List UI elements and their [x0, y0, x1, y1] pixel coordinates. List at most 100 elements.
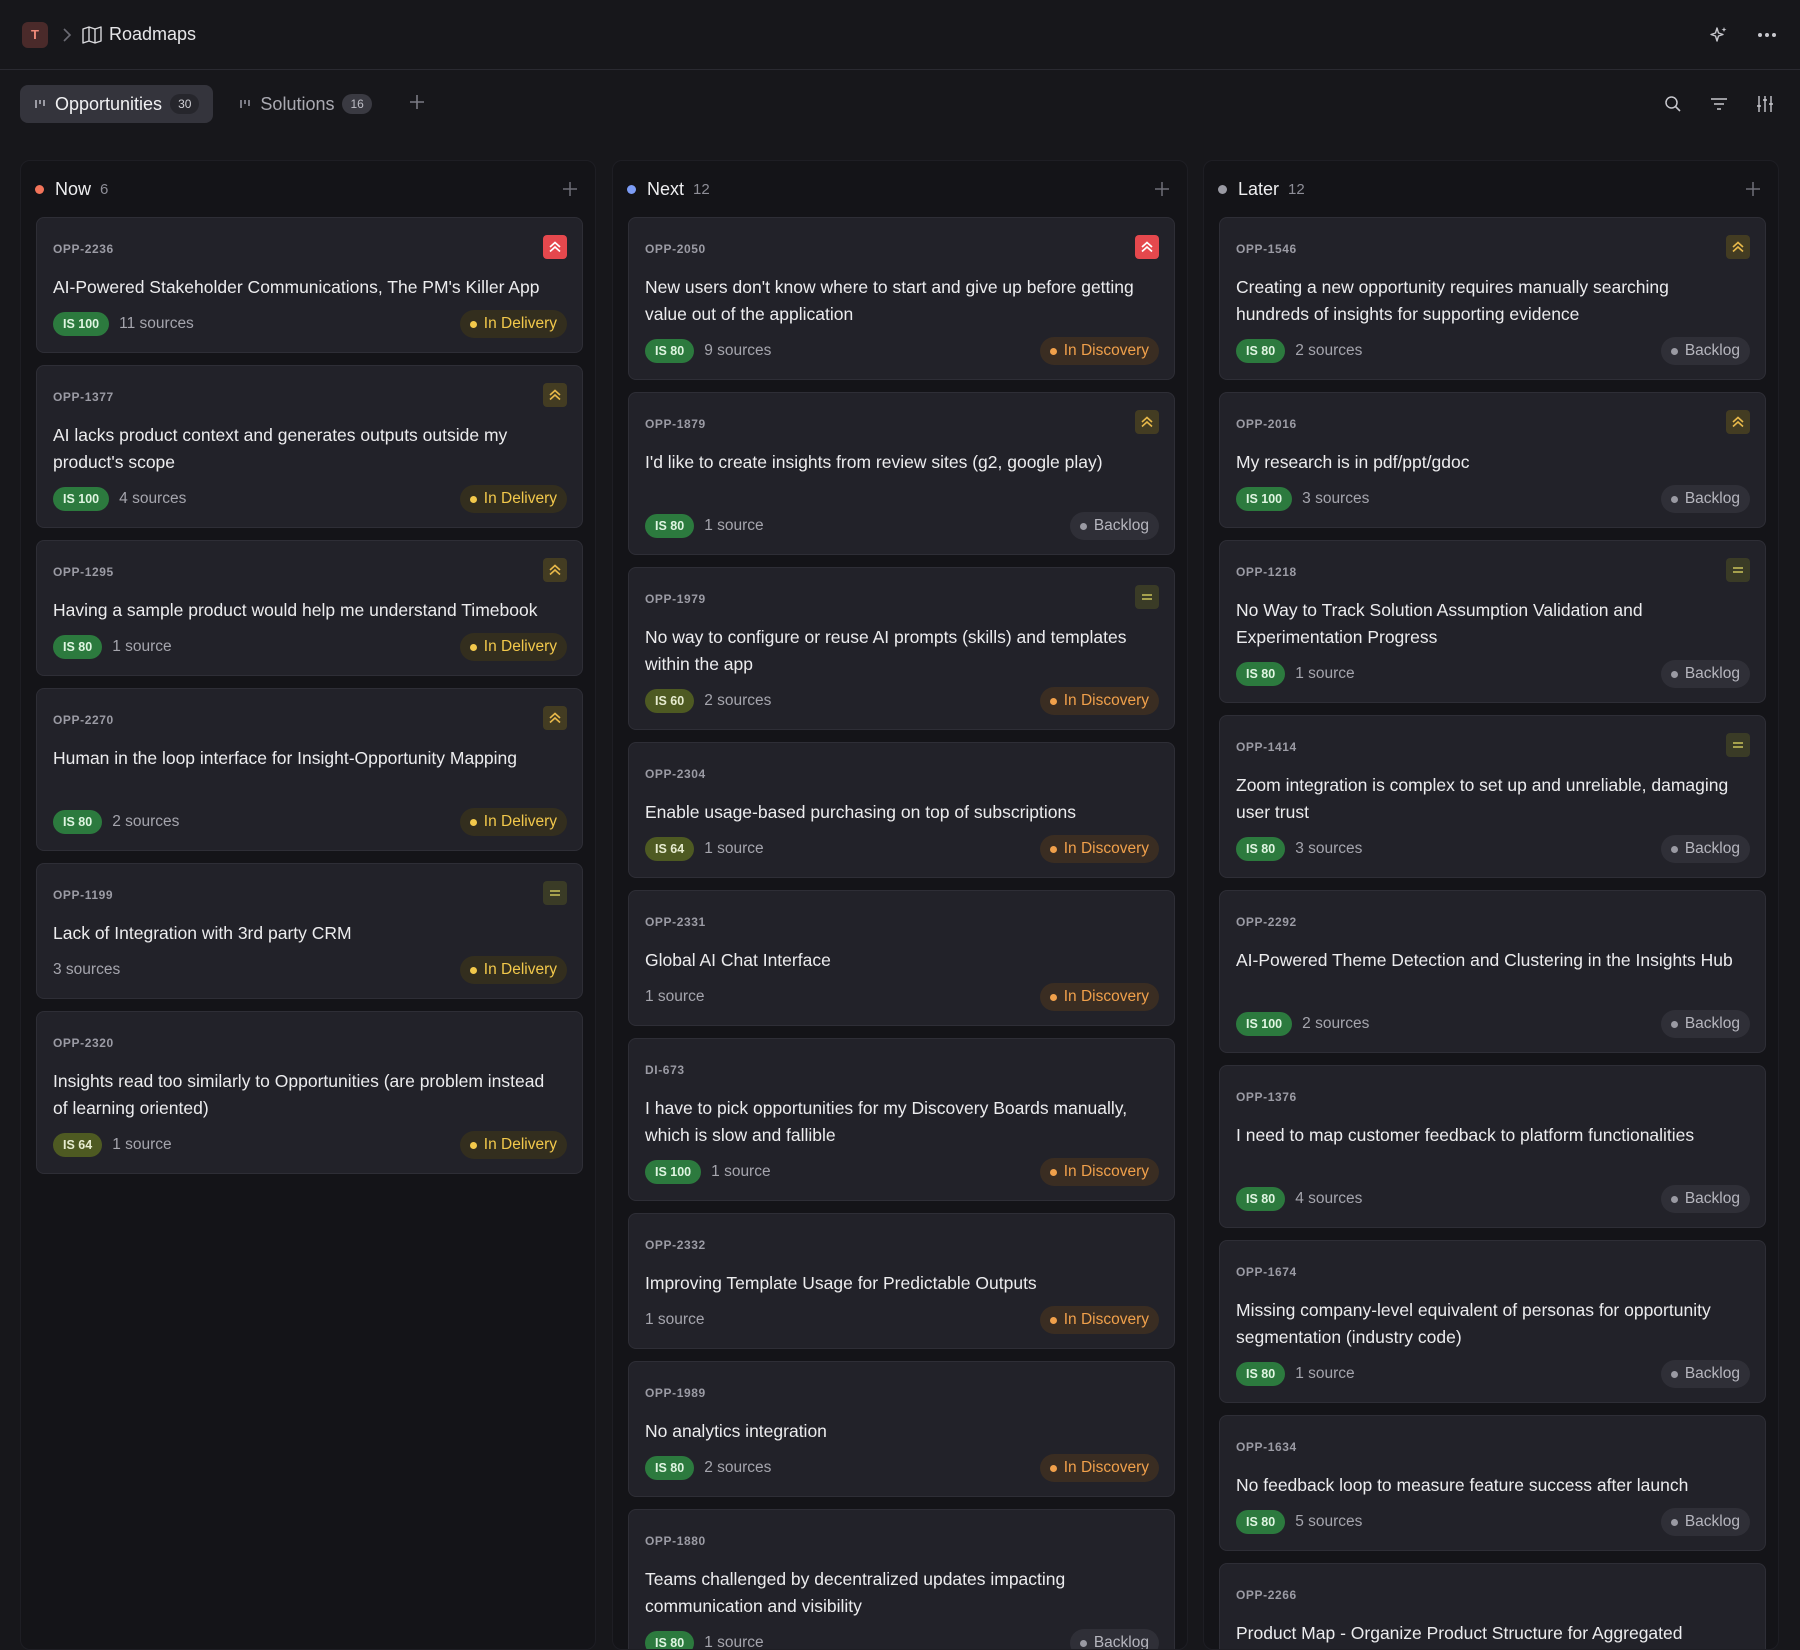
card-id: OPP-2266: [1236, 1588, 1297, 1602]
status-badge[interactable]: Backlog: [1660, 660, 1750, 688]
workspace-avatar[interactable]: T: [22, 21, 48, 48]
status-badge[interactable]: In Discovery: [1039, 1158, 1159, 1186]
sources-count: 2 sources: [112, 813, 180, 830]
status-badge[interactable]: Backlog: [1069, 1629, 1159, 1650]
status-badge[interactable]: In Discovery: [1039, 1306, 1159, 1334]
card-title: New users don't know where to start and …: [645, 277, 1134, 324]
opportunity-card[interactable]: OPP-2236 AI-Powered Stakeholder Communica…: [36, 217, 583, 353]
medium-priority-icon[interactable]: [1726, 733, 1750, 757]
status-label: Backlog: [1093, 1634, 1149, 1650]
status-badge[interactable]: In Delivery: [459, 956, 567, 984]
status-dot: [469, 966, 477, 974]
status-badge[interactable]: In Discovery: [1039, 983, 1159, 1011]
card-id: OPP-2050: [645, 242, 706, 256]
opportunity-card[interactable]: OPP-1879 I'd like to create insights from…: [628, 392, 1175, 555]
opportunity-card[interactable]: OPP-2331 Global AI Chat Interface 1 source…: [628, 890, 1175, 1026]
opportunity-card[interactable]: OPP-2304 Enable usage-based purchasing on…: [628, 742, 1175, 878]
status-badge[interactable]: In Discovery: [1039, 687, 1159, 715]
status-label: Backlog: [1684, 1190, 1740, 1207]
opportunity-card[interactable]: OPP-2050 New users don't know where to st…: [628, 217, 1175, 380]
opportunity-card[interactable]: OPP-1377 AI lacks product context and gen…: [36, 365, 583, 528]
sources-count: 1 source: [1295, 665, 1355, 682]
card-footer: IS 80 2 sources In Discovery: [645, 1454, 1159, 1482]
add-view-icon[interactable]: [408, 92, 426, 116]
opportunity-card[interactable]: OPP-2332 Improving Template Usage for Pre…: [628, 1213, 1175, 1349]
status-label: In Delivery: [483, 1136, 557, 1153]
impact-score-badge: IS 100: [1236, 487, 1293, 511]
card-id: OPP-1414: [1236, 740, 1297, 754]
status-badge[interactable]: In Delivery: [459, 808, 567, 836]
status-badge[interactable]: Backlog: [1069, 512, 1159, 540]
status-badge[interactable]: Backlog: [1660, 1010, 1750, 1038]
medium-priority-icon[interactable]: [1135, 585, 1159, 609]
add-card-icon[interactable]: [1744, 180, 1762, 198]
sparkle-icon[interactable]: [1708, 24, 1730, 46]
opportunity-card[interactable]: OPP-2292 AI-Powered Theme Detection and C…: [1219, 890, 1766, 1053]
sources-count: 3 sources: [1295, 840, 1363, 857]
opportunity-card[interactable]: OPP-1199 Lack of Integration with 3rd par…: [36, 863, 583, 999]
status-badge[interactable]: In Delivery: [459, 485, 567, 513]
more-options-icon[interactable]: [1756, 24, 1778, 46]
status-badge[interactable]: Backlog: [1660, 1185, 1750, 1213]
column-title: Now: [55, 178, 92, 199]
status-badge[interactable]: In Discovery: [1039, 835, 1159, 863]
high-priority-icon[interactable]: [543, 706, 567, 730]
opportunity-card[interactable]: OPP-1376 I need to map customer feedback …: [1219, 1065, 1766, 1228]
medium-priority-icon[interactable]: [1726, 558, 1750, 582]
add-card-icon[interactable]: [1153, 180, 1171, 198]
opportunity-card[interactable]: OPP-2266 Product Map - Organize Product S…: [1219, 1563, 1766, 1649]
card-footer: IS 100 2 sources Backlog: [1236, 1010, 1750, 1038]
status-badge[interactable]: In Delivery: [459, 1131, 567, 1159]
status-badge[interactable]: Backlog: [1660, 1508, 1750, 1536]
opportunity-card[interactable]: OPP-1295 Having a sample product would he…: [36, 540, 583, 676]
card-title: AI-Powered Stakeholder Communications, T…: [53, 277, 540, 297]
search-icon[interactable]: [1662, 93, 1684, 115]
urgent-priority-icon[interactable]: [543, 235, 567, 259]
high-priority-icon[interactable]: [1726, 235, 1750, 259]
high-priority-icon[interactable]: [1135, 410, 1159, 434]
add-card-icon[interactable]: [561, 180, 579, 198]
opportunity-card[interactable]: OPP-2270 Human in the loop interface for …: [36, 688, 583, 851]
tab-solutions[interactable]: Solutions 16: [225, 85, 385, 123]
opportunity-card[interactable]: OPP-1414 Zoom integration is complex to s…: [1219, 715, 1766, 878]
status-badge[interactable]: In Discovery: [1039, 337, 1159, 365]
opportunity-card[interactable]: OPP-1989 No analytics integration IS 80 2 s…: [628, 1361, 1175, 1497]
opportunity-card[interactable]: OPP-1674 Missing company-level equivalent…: [1219, 1240, 1766, 1403]
opportunity-card[interactable]: OPP-1546 Creating a new opportunity requi…: [1219, 217, 1766, 380]
sources-count: 11 sources: [119, 315, 194, 332]
status-dot: [469, 1141, 477, 1149]
sources-count: 1 source: [112, 1136, 172, 1153]
page-title[interactable]: Roadmaps: [109, 24, 196, 45]
card-id: OPP-2332: [645, 1238, 706, 1252]
opportunity-card[interactable]: OPP-2016 My research is in pdf/ppt/gdoc IS…: [1219, 392, 1766, 528]
status-badge[interactable]: Backlog: [1660, 1360, 1750, 1388]
column-status-dot: [627, 184, 636, 194]
status-label: In Discovery: [1063, 1311, 1149, 1328]
status-badge[interactable]: In Discovery: [1039, 1454, 1159, 1482]
card-footer: IS 80 3 sources Backlog: [1236, 835, 1750, 863]
urgent-priority-icon[interactable]: [1135, 235, 1159, 259]
high-priority-icon[interactable]: [543, 383, 567, 407]
opportunity-card[interactable]: OPP-2320 Insights read too similarly to O…: [36, 1011, 583, 1174]
high-priority-icon[interactable]: [1726, 410, 1750, 434]
card-title: No way to configure or reuse AI prompts …: [645, 627, 1127, 674]
filter-icon[interactable]: [1708, 93, 1730, 115]
settings-sliders-icon[interactable]: [1754, 93, 1776, 115]
tab-opportunities[interactable]: Opportunities 30: [20, 85, 214, 123]
opportunity-card[interactable]: OPP-1880 Teams challenged by decentralize…: [628, 1509, 1175, 1650]
high-priority-icon[interactable]: [543, 558, 567, 582]
opportunity-card[interactable]: OPP-1979 No way to configure or reuse AI …: [628, 567, 1175, 730]
status-badge[interactable]: Backlog: [1660, 835, 1750, 863]
sources-count: 1 source: [645, 1311, 705, 1328]
impact-score-badge: IS 60: [645, 689, 695, 713]
opportunity-card[interactable]: OPP-1218 No Way to Track Solution Assumpt…: [1219, 540, 1766, 703]
status-badge[interactable]: Backlog: [1660, 485, 1750, 513]
status-badge[interactable]: In Delivery: [459, 310, 567, 338]
medium-priority-icon[interactable]: [543, 881, 567, 905]
status-badge[interactable]: In Delivery: [459, 633, 567, 661]
card-title: AI lacks product context and generates o…: [53, 425, 508, 472]
status-badge[interactable]: Backlog: [1660, 337, 1750, 365]
opportunity-card[interactable]: DI-673 I have to pick opportunities for m…: [628, 1038, 1175, 1201]
opportunity-card[interactable]: OPP-1634 No feedback loop to measure feat…: [1219, 1415, 1766, 1551]
status-dot: [1670, 1370, 1678, 1378]
